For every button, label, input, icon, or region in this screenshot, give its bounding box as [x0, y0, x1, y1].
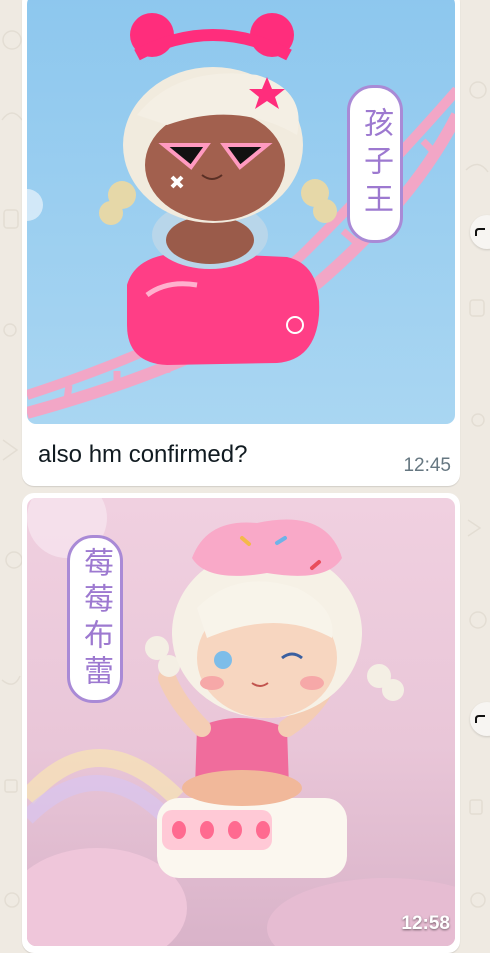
image-message-bubble[interactable]: 莓莓布蕾 12:58	[22, 493, 460, 953]
image-label-tag: 孩子王	[347, 85, 403, 243]
message-timestamp: 12:45	[403, 455, 451, 476]
image-message-bubble[interactable]: 孩子王 also hm confirmed? 12:45	[22, 0, 460, 486]
forward-icon	[475, 715, 485, 723]
image-label-tag: 莓莓布蕾	[67, 535, 123, 703]
message-caption: also hm confirmed?	[38, 441, 248, 468]
forward-icon	[475, 228, 485, 236]
message-image[interactable]: 莓莓布蕾	[27, 498, 455, 946]
message-timestamp: 12:58	[401, 913, 450, 934]
message-image[interactable]: 孩子王	[27, 0, 455, 424]
